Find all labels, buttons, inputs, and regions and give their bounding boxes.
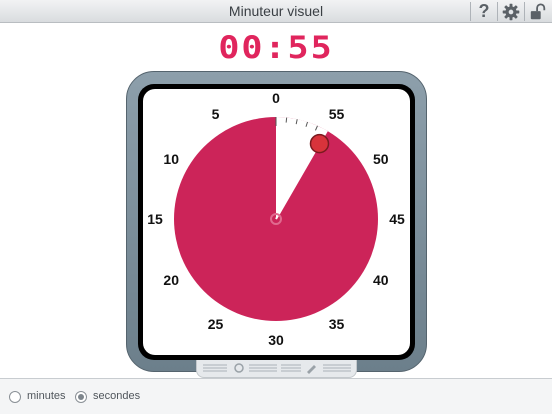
dial-number-label: 50 (372, 150, 389, 167)
dial-number-label: 0 (272, 90, 280, 106)
dial-number-label: 20 (163, 271, 179, 288)
seconds-radio[interactable] (75, 391, 87, 403)
minutes-radio[interactable] (9, 391, 21, 403)
tab-grip (203, 363, 351, 374)
dial-tick (285, 117, 288, 123)
bottom-tab[interactable] (196, 360, 357, 378)
dial-number-label: 40 (372, 271, 389, 288)
dial-number-label: 15 (147, 211, 163, 227)
minutes-label[interactable]: minutes (27, 390, 66, 402)
dial-number-label: 10 (163, 150, 179, 167)
dial-number-label: 25 (207, 315, 224, 332)
knob-icon (234, 363, 244, 373)
drag-handle[interactable] (309, 133, 330, 154)
pencil-icon (307, 365, 316, 374)
dial-number-label: 55 (328, 106, 345, 123)
timer-dial[interactable] (0, 0, 552, 414)
seconds-label[interactable]: secondes (93, 390, 140, 402)
dial-number-label: 35 (328, 315, 345, 332)
dial-number-label: 5 (211, 106, 220, 123)
dial-number-label: 30 (268, 332, 284, 348)
dial-number-label: 45 (389, 211, 405, 227)
footer-bar: minutes secondes (0, 378, 552, 414)
